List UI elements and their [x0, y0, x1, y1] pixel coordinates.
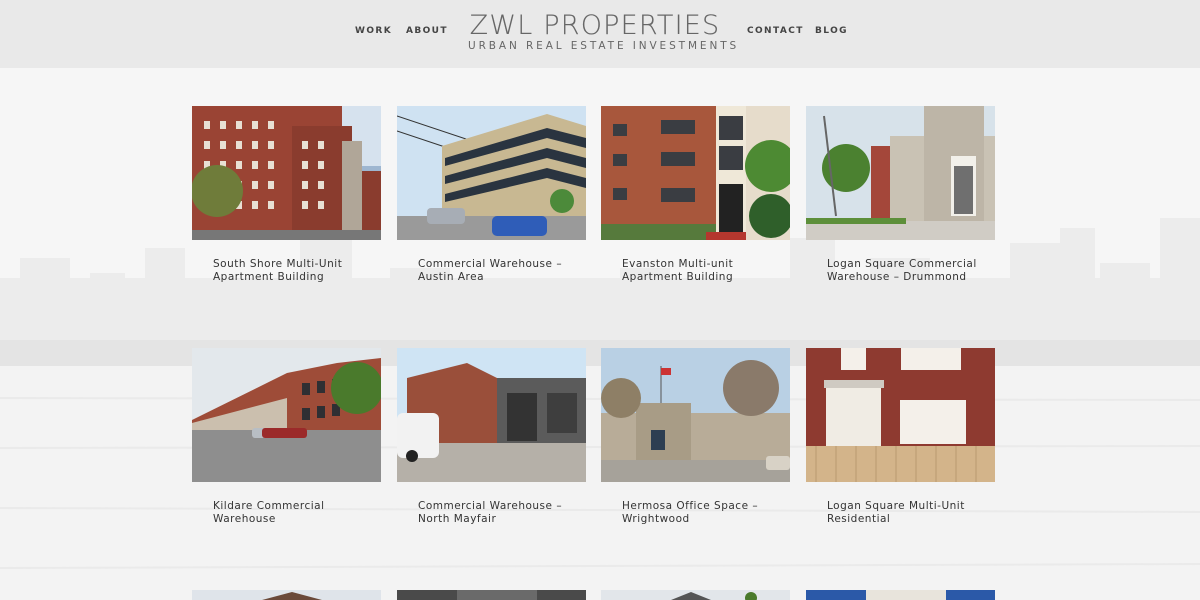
commercial-warehouse-photo — [397, 106, 586, 240]
portfolio-item[interactable] — [806, 590, 995, 600]
portfolio-item-title[interactable]: Logan Square Commercial Warehouse – Drum… — [806, 258, 995, 284]
kildare-warehouse-photo — [192, 348, 381, 482]
portfolio-item[interactable]: Evanston Multi-unit Apartment Building — [601, 106, 790, 284]
red-brick-apartment-photo — [192, 106, 381, 240]
portfolio-item[interactable]: Kildare Commercial Warehouse — [192, 348, 381, 526]
portfolio-item-title[interactable]: Logan Square Multi-Unit Residential — [806, 500, 995, 526]
logo-title: ZWL PROPERTIES — [469, 10, 721, 41]
nav-blog-link[interactable]: BLOG — [815, 26, 848, 36]
portfolio-item-title[interactable]: South Shore Multi-Unit Apartment Buildin… — [192, 258, 381, 284]
property-photo — [192, 590, 381, 600]
portfolio-item-title[interactable]: Evanston Multi-unit Apartment Building — [601, 258, 790, 284]
portfolio-item[interactable]: Hermosa Office Space – Wrightwood — [601, 348, 790, 526]
property-photo — [601, 590, 790, 600]
site-logo[interactable]: ZWL PROPERTIES URBAN REAL ESTATE INVESTM… — [468, 10, 740, 57]
logo-subtitle: URBAN REAL ESTATE INVESTMENTS — [468, 40, 740, 52]
portfolio-item-title[interactable]: Hermosa Office Space – Wrightwood — [601, 500, 790, 526]
portfolio-item-title[interactable]: Kildare Commercial Warehouse — [192, 500, 381, 526]
property-photo — [397, 590, 586, 600]
nav-work-link[interactable]: WORK — [355, 26, 392, 36]
portfolio-item[interactable]: Logan Square Multi-Unit Residential — [806, 348, 995, 526]
portfolio-item[interactable] — [192, 590, 381, 600]
logan-square-warehouse-photo — [806, 106, 995, 240]
portfolio-item[interactable]: Commercial Warehouse – North Mayfair — [397, 348, 586, 526]
site-header: WORK ABOUT ZWL PROPERTIES URBAN REAL EST… — [0, 0, 1200, 68]
evanston-apartment-photo — [601, 106, 790, 240]
portfolio-grid: South Shore Multi-Unit Apartment Buildin… — [0, 0, 1200, 600]
nav-about-link[interactable]: ABOUT — [406, 26, 448, 36]
logan-square-residential-photo — [806, 348, 995, 482]
nav-contact-link[interactable]: CONTACT — [747, 26, 804, 36]
portfolio-item[interactable] — [601, 590, 790, 600]
north-mayfair-warehouse-photo — [397, 348, 586, 482]
portfolio-item-title[interactable]: Commercial Warehouse – Austin Area — [397, 258, 586, 284]
portfolio-item-title[interactable]: Commercial Warehouse – North Mayfair — [397, 500, 586, 526]
hermosa-office-photo — [601, 348, 790, 482]
portfolio-item[interactable] — [397, 590, 586, 600]
property-photo — [806, 590, 995, 600]
portfolio-item[interactable]: Logan Square Commercial Warehouse – Drum… — [806, 106, 995, 284]
portfolio-item[interactable]: South Shore Multi-Unit Apartment Buildin… — [192, 106, 381, 284]
portfolio-item[interactable]: Commercial Warehouse – Austin Area — [397, 106, 586, 284]
